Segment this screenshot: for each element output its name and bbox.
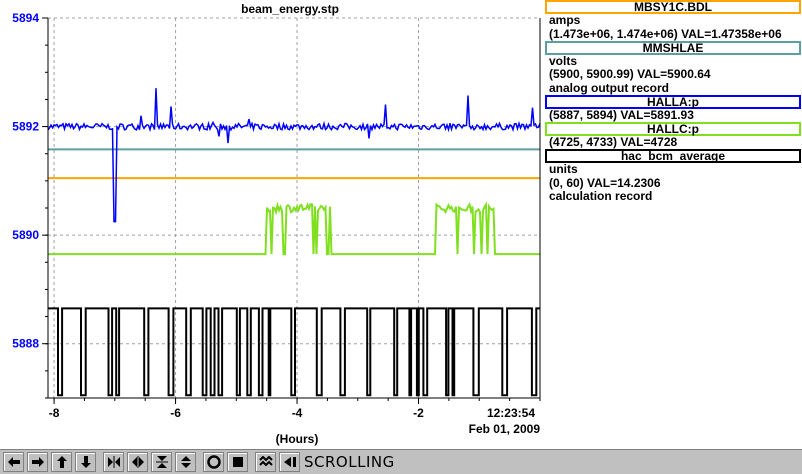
arrow-down-icon bbox=[80, 456, 91, 468]
zoom-in-horizontal-button[interactable] bbox=[103, 452, 124, 472]
scroll-right-button[interactable] bbox=[27, 452, 48, 472]
trace-info-line: units bbox=[549, 162, 578, 177]
zoom-in-horizontal-icon bbox=[107, 456, 120, 468]
stop-button[interactable] bbox=[227, 452, 248, 472]
zoom-out-horizontal-button[interactable] bbox=[127, 452, 148, 472]
autoscale-button[interactable] bbox=[255, 452, 276, 472]
x-tick-label: -2 bbox=[413, 406, 424, 420]
scroll-up-button[interactable] bbox=[51, 452, 72, 472]
trace-info-line: (4725, 4733) VAL=4728 bbox=[549, 135, 678, 150]
plot-title: beam_energy.stp bbox=[241, 2, 339, 16]
y-tick-label: 5892 bbox=[12, 120, 39, 134]
record-button[interactable] bbox=[203, 452, 224, 472]
trace-header-hallc-p[interactable]: HALLC:p bbox=[545, 122, 801, 137]
back-icon bbox=[283, 457, 296, 467]
y-tick-label: 5894 bbox=[12, 11, 39, 25]
trace-info-line: volts bbox=[549, 53, 578, 68]
zoom-out-vertical-icon bbox=[180, 456, 191, 468]
y-tick-label: 5890 bbox=[12, 228, 39, 242]
strip-chart: beam_energy.stp -8 -6 -4 -2 5894 5892 5890 5888… bbox=[12, 2, 541, 446]
zoom-out-horizontal-icon bbox=[131, 456, 144, 468]
zoom-in-vertical-icon bbox=[155, 456, 168, 468]
y-tick-label: 5888 bbox=[12, 337, 39, 351]
x-tick-label: -8 bbox=[49, 406, 60, 420]
arrow-left-icon bbox=[7, 457, 20, 467]
autoscale-icon bbox=[258, 456, 273, 467]
date-label: Feb 01, 2009 bbox=[469, 422, 541, 436]
scroll-down-button[interactable] bbox=[75, 452, 96, 472]
trace-header-mbsy1c-bdl[interactable]: MBSY1C.BDL bbox=[545, 0, 801, 14]
stop-icon bbox=[232, 457, 243, 467]
x-tick-label: -6 bbox=[170, 406, 181, 420]
trace-info-line: (1.473e+06, 1.474e+06) VAL=1.47358e+06 bbox=[549, 26, 782, 41]
toolbar: SCROLLING bbox=[0, 449, 802, 474]
trace-info-line: (5887, 5894) VAL=5891.93 bbox=[549, 108, 694, 122]
trace-info-line: amps bbox=[549, 13, 581, 27]
back-button[interactable] bbox=[279, 452, 300, 472]
zoom-out-vertical-button[interactable] bbox=[175, 452, 196, 472]
scroll-left-button[interactable] bbox=[3, 452, 24, 472]
trace-info-line: (0, 60) VAL=14.2306 bbox=[549, 175, 661, 190]
arrow-right-icon bbox=[31, 457, 44, 467]
status-label: SCROLLING bbox=[304, 453, 395, 471]
record-icon bbox=[206, 455, 221, 469]
trace-header-halla-p[interactable]: HALLA:p bbox=[545, 95, 801, 109]
trace-info-line: calculation record bbox=[549, 189, 653, 204]
trace-header-hac-bcm-average[interactable]: hac_bcm_average bbox=[545, 149, 801, 164]
zoom-in-vertical-button[interactable] bbox=[151, 452, 172, 472]
arrow-up-icon bbox=[56, 456, 67, 468]
trace-header-mmshlae[interactable]: MMSHLAE bbox=[545, 40, 801, 55]
trace-info-line: (5900, 5900.99) VAL=5900.64 bbox=[549, 67, 711, 82]
x-tick-label: -4 bbox=[292, 406, 303, 420]
x-axis-label: (Hours) bbox=[276, 432, 319, 446]
trace-info-line: analog output record bbox=[549, 80, 669, 95]
time-label: 12:23:54 bbox=[487, 406, 535, 420]
